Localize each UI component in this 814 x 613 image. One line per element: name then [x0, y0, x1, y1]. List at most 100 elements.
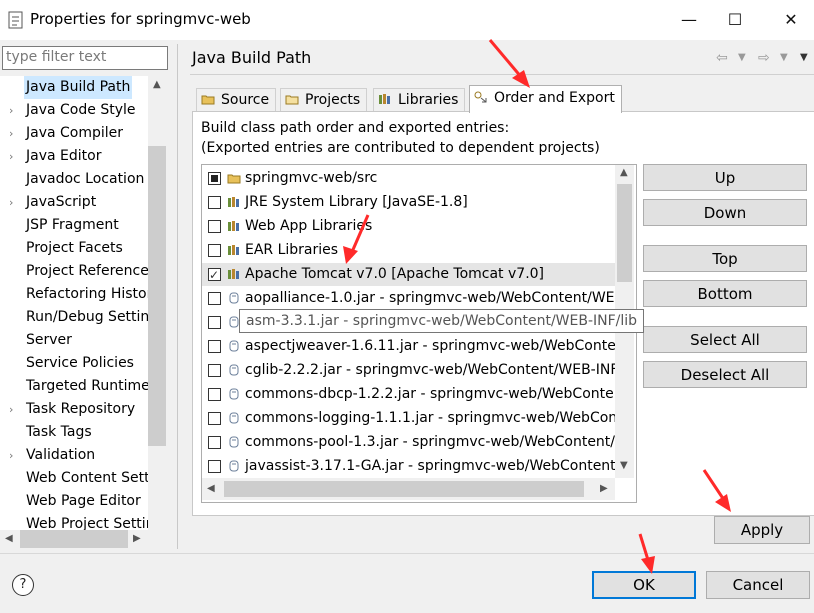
tree-item[interactable]: › JavaScript [0, 191, 148, 214]
export-checkbox[interactable] [208, 316, 221, 329]
properties-app-icon [8, 11, 23, 29]
library-icon [228, 221, 239, 231]
up-button[interactable]: Up [643, 164, 807, 191]
forward-arrow-icon[interactable]: ⇨ [758, 50, 770, 66]
list-item[interactable]: commons-dbcp-1.2.2.jar - springmvc-web/W… [202, 383, 616, 406]
back-arrow-icon[interactable]: ⇦ [716, 50, 728, 66]
list-item[interactable]: aspectjweaver-1.6.11.jar - springmvc-web… [202, 335, 616, 358]
tree-item[interactable]: › Validation [0, 444, 148, 467]
expand-chevron-icon[interactable]: › [9, 191, 19, 214]
tree-item[interactable]: Web Page Editor [0, 490, 148, 513]
tree-item[interactable]: Run/Debug Settings [0, 306, 148, 329]
export-checkbox[interactable] [208, 196, 221, 209]
footer-separator [0, 553, 814, 554]
forward-menu-chevron-icon[interactable]: ▼ [780, 52, 788, 63]
scroll-up-arrow-icon[interactable]: ▲ [153, 79, 161, 90]
tree-item[interactable]: Java Build Path [0, 76, 148, 99]
list-vertical-scroll-thumb[interactable] [617, 184, 632, 282]
tab-libraries[interactable]: Libraries [373, 88, 466, 112]
list-horizontal-scroll-thumb[interactable] [224, 481, 584, 497]
expand-chevron-icon[interactable]: › [9, 444, 19, 467]
export-checkbox[interactable] [208, 340, 221, 353]
list-scroll-left-arrow-icon[interactable]: ◀ [207, 483, 215, 494]
library-icon [228, 269, 239, 279]
tree-item[interactable]: › Task Repository [0, 398, 148, 421]
cancel-button[interactable]: Cancel [706, 571, 810, 599]
tree-item[interactable]: Project References [0, 260, 148, 283]
list-scroll-down-arrow-icon[interactable]: ▼ [620, 460, 628, 471]
tree-item[interactable]: Web Content Settings [0, 467, 148, 490]
tab-order-and-export[interactable]: Order and Export [469, 85, 622, 113]
expand-chevron-icon[interactable]: › [9, 398, 19, 421]
list-item-label: javassist-3.17.1-GA.jar - springmvc-web/… [245, 458, 616, 474]
list-scroll-up-arrow-icon[interactable]: ▲ [620, 167, 628, 178]
filter-input[interactable] [3, 47, 167, 67]
expand-chevron-icon[interactable]: › [9, 145, 19, 168]
pane-divider[interactable] [177, 44, 178, 549]
jar-icon [229, 388, 239, 400]
tree-item[interactable]: › Java Compiler [0, 122, 148, 145]
export-checkbox[interactable] [208, 388, 221, 401]
export-checkbox[interactable] [208, 460, 221, 473]
list-item-label: commons-dbcp-1.2.2.jar - springmvc-web/W… [245, 386, 616, 402]
expand-chevron-icon[interactable]: › [9, 122, 19, 145]
ok-button[interactable]: OK [592, 571, 696, 599]
tree-horizontal-scroll-thumb[interactable] [20, 530, 128, 548]
tree-item[interactable]: JSP Fragment [0, 214, 148, 237]
tree-item-label: Web Page Editor [26, 493, 141, 509]
list-item[interactable]: cglib-2.2.2.jar - springmvc-web/WebConte… [202, 359, 616, 382]
tree-item[interactable]: Project Facets [0, 237, 148, 260]
list-item[interactable]: springmvc-web/src [202, 167, 616, 190]
close-button[interactable]: ✕ [768, 0, 814, 40]
top-button[interactable]: Top [643, 245, 807, 272]
tab-source[interactable]: Source [196, 88, 277, 112]
export-checkbox[interactable] [208, 244, 221, 257]
annotation-arrow-ok-icon [638, 533, 655, 574]
classpath-entries-list: springmvc-web/src JRE System Library [Jav… [201, 164, 637, 503]
tab-label: Order and Export [494, 90, 615, 106]
tree-item[interactable]: Targeted Runtimes [0, 375, 148, 398]
export-checkbox[interactable] [208, 292, 221, 305]
tree-item[interactable]: › Java Code Style [0, 99, 148, 122]
export-checkbox[interactable] [208, 172, 221, 185]
tree-item[interactable]: Service Policies [0, 352, 148, 375]
tree-item[interactable]: Server [0, 329, 148, 352]
export-checkbox[interactable] [208, 436, 221, 449]
expand-chevron-icon[interactable]: › [9, 99, 19, 122]
minimize-button[interactable]: — [666, 0, 712, 40]
list-scroll-right-arrow-icon[interactable]: ▶ [600, 483, 608, 494]
tree-item[interactable]: Task Tags [0, 421, 148, 444]
tree-vertical-scroll-thumb[interactable] [148, 146, 166, 446]
export-checkbox[interactable] [208, 220, 221, 233]
export-checkbox[interactable] [208, 364, 221, 377]
tree-item[interactable]: Web Project Settings [0, 513, 148, 530]
tab-projects[interactable]: Projects [280, 88, 368, 112]
list-item[interactable]: commons-pool-1.3.jar - springmvc-web/Web… [202, 431, 616, 454]
list-item[interactable]: EAR Libraries [202, 239, 616, 262]
list-item-label: aspectjweaver-1.6.11.jar - springmvc-web… [245, 338, 616, 354]
list-item[interactable]: Apache Tomcat v7.0 [Apache Tomcat v7.0] [202, 263, 616, 286]
tree-item[interactable]: Refactoring History [0, 283, 148, 306]
tree-item[interactable]: Javadoc Location [0, 168, 148, 191]
export-checkbox[interactable] [208, 264, 221, 286]
scroll-left-arrow-icon[interactable]: ◀ [5, 533, 13, 544]
tree-item[interactable]: › Java Editor [0, 145, 148, 168]
list-item[interactable]: commons-logging-1.1.1.jar - springmvc-we… [202, 407, 616, 430]
maximize-button[interactable]: ☐ [712, 0, 758, 40]
apply-button[interactable]: Apply [714, 516, 810, 544]
view-menu-icon[interactable]: ▼ [800, 52, 808, 63]
help-icon[interactable]: ? [12, 574, 34, 596]
back-menu-chevron-icon[interactable]: ▼ [738, 52, 746, 63]
select-all-button[interactable]: Select All [643, 326, 807, 353]
list-item[interactable]: aopalliance-1.0.jar - springmvc-web/WebC… [202, 287, 616, 310]
down-button[interactable]: Down [643, 199, 807, 226]
deselect-all-button[interactable]: Deselect All [643, 361, 807, 388]
list-item[interactable]: JRE System Library [JavaSE-1.8] [202, 191, 616, 214]
source-folder-icon [201, 95, 215, 105]
bottom-button[interactable]: Bottom [643, 280, 807, 307]
tree-item-label: Java Build Path [24, 76, 133, 99]
export-checkbox[interactable] [208, 412, 221, 425]
list-item[interactable]: Web App Libraries [202, 215, 616, 238]
list-item[interactable]: javassist-3.17.1-GA.jar - springmvc-web/… [202, 455, 616, 478]
scroll-right-arrow-icon[interactable]: ▶ [133, 533, 141, 544]
